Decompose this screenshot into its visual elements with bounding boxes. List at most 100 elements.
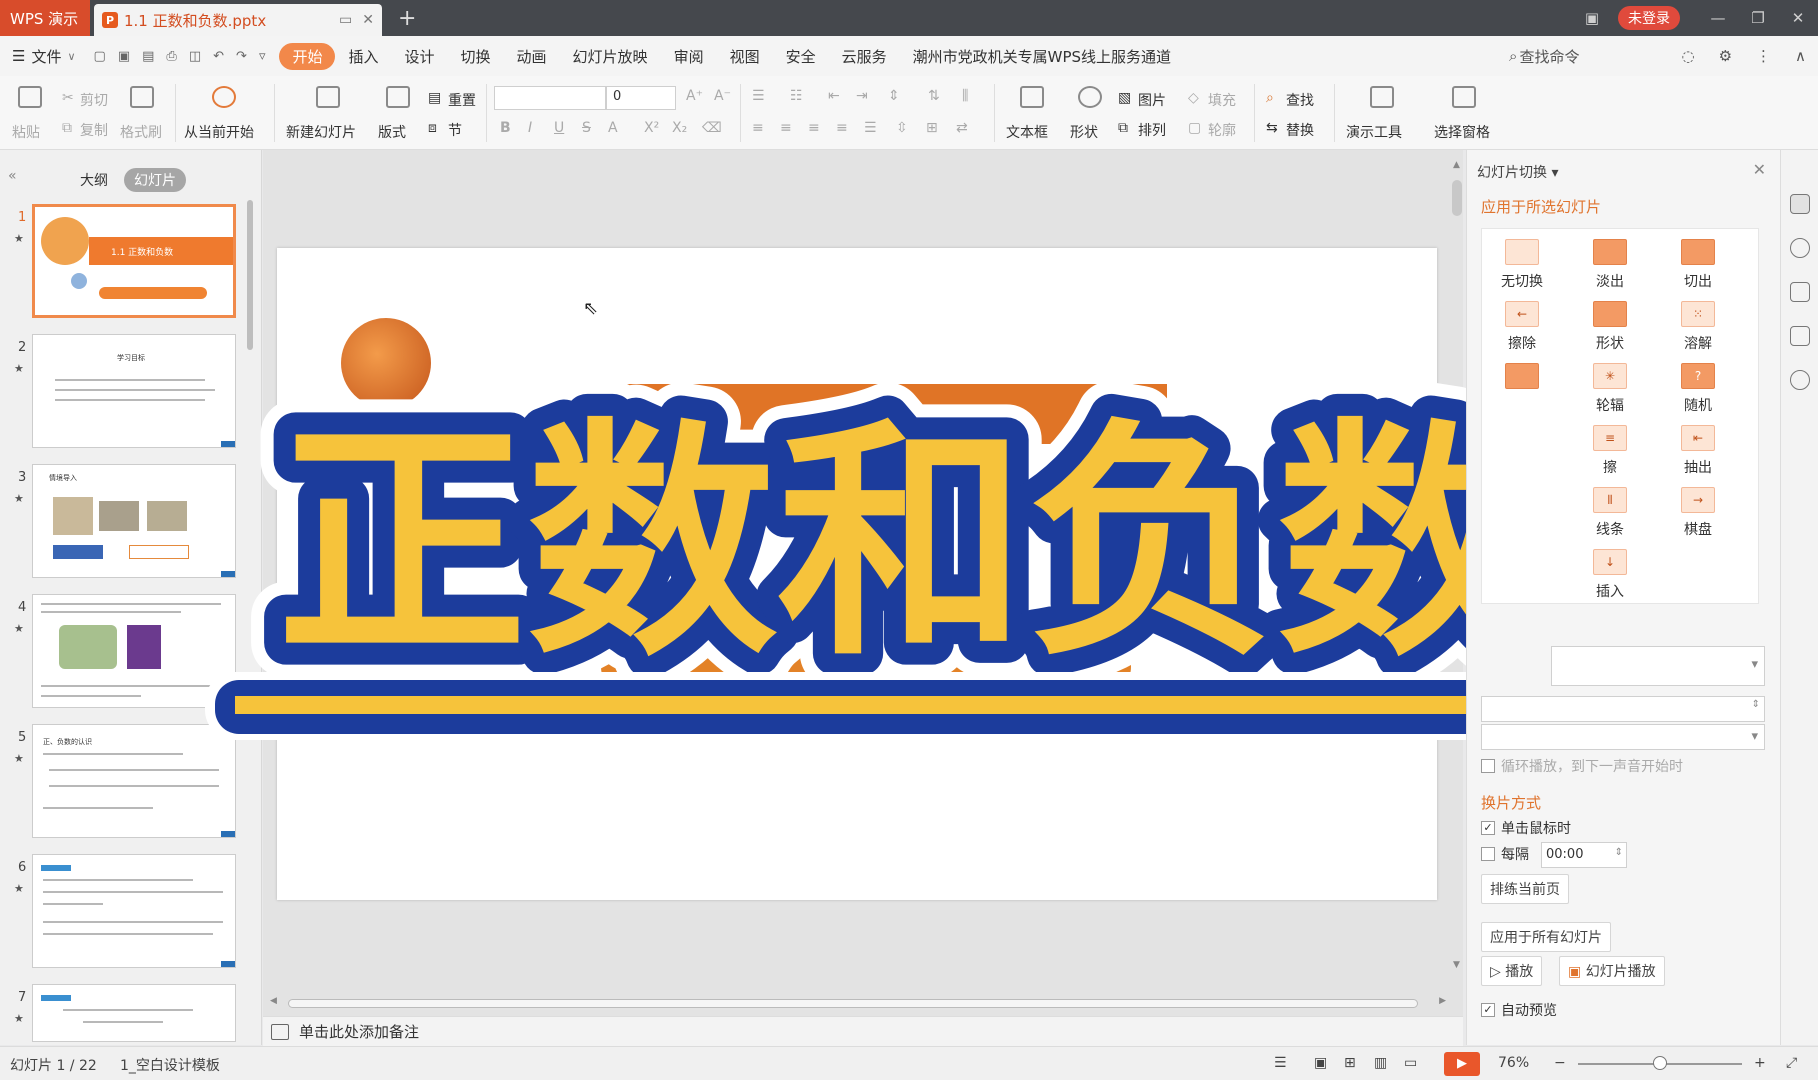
select-pane-button[interactable]: 选择窗格 [1434,122,1490,142]
menu-view[interactable]: 视图 [717,46,773,67]
copy-button[interactable]: 复制 [80,120,108,140]
section-button[interactable]: 节 [448,120,462,140]
auto-preview-checkbox[interactable]: ✓ 自动预览 [1481,1000,1557,1020]
menu-transitions[interactable]: 切换 [448,46,504,67]
prev-slide-icon[interactable]: ▼ [1453,960,1460,970]
paste-button[interactable]: 粘贴 [12,122,40,142]
slide-thumbnail-1[interactable]: 1.1 正数和负数 [32,204,236,318]
notes-pane[interactable]: 单击此处添加备注 [263,1016,1463,1046]
arrange-button[interactable]: 排列 [1138,120,1166,140]
star-icon[interactable] [1790,282,1810,302]
scroll-left-icon[interactable]: ◀ [270,996,277,1006]
new-tab-button[interactable]: + [398,6,416,31]
present-tools-icon[interactable] [1370,86,1394,108]
bullets-icon[interactable]: ☰ [752,88,765,104]
layout-button[interactable]: 版式 [378,122,406,142]
menu-gov-channel[interactable]: 潮州市党政机关专属WPS线上服务通道 [900,46,1184,67]
transition-comb[interactable]: ≡ 擦 [1570,425,1650,477]
new-slide-button[interactable]: 新建幻灯片 [286,122,356,142]
scroll-right-icon[interactable]: ▶ [1439,996,1446,1006]
text-direction-icon[interactable]: ⇅ [928,88,940,104]
menu-cloud[interactable]: 云服务 [829,46,900,67]
preview-icon[interactable]: ◫ [189,49,201,64]
horizontal-scrollbar[interactable]: ◀ ▶ [268,996,1448,1010]
replace-icon[interactable]: ⇆ [1266,120,1278,136]
fill-icon[interactable]: ◇ [1188,90,1199,106]
close-tab-icon[interactable]: ✕ [362,12,374,28]
menu-insert[interactable]: 插入 [335,46,391,67]
menu-design[interactable]: 设计 [392,46,448,67]
text-box-icon[interactable] [1020,86,1044,108]
comment-icon[interactable]: ◌ [1681,47,1694,65]
align-left-icon[interactable]: ≡ [752,120,764,136]
transition-pull[interactable]: ⇤ 抽出 [1658,425,1738,477]
rehearse-button[interactable]: 排练当前页 [1481,874,1569,904]
transition-checkerboard[interactable]: → 棋盘 [1658,487,1738,539]
from-current-button[interactable]: 从当前开始 [184,122,254,142]
minimize-icon[interactable]: — [1698,9,1738,27]
play-from-current-icon[interactable] [212,86,236,108]
transition-insert[interactable]: ↓ 插入 [1570,549,1650,601]
decrease-indent-icon[interactable]: ⇤ [828,88,840,104]
slideshow-button[interactable]: ▣ 幻灯片播放 [1559,956,1665,986]
subscript-icon[interactable]: X₂ [672,120,687,136]
select-pane-icon[interactable] [1452,86,1476,108]
zoom-out-icon[interactable]: − [1554,1055,1566,1071]
replace-button[interactable]: 替换 [1286,120,1314,140]
align-right-icon[interactable]: ≡ [808,120,820,136]
notes-toggle-icon[interactable]: ☰ [1274,1055,1287,1071]
slide-thumbnail-7[interactable] [32,984,236,1042]
scroll-up-icon[interactable]: ▲ [1453,160,1460,170]
zoom-slider-knob[interactable] [1653,1056,1667,1070]
transition-fade[interactable]: 淡出 [1570,239,1650,291]
align-text-icon[interactable]: ⇳ [896,120,908,136]
clear-format-icon[interactable]: ⌫ [702,120,722,136]
format-painter-icon[interactable] [130,86,154,108]
increase-font-icon[interactable]: A⁺ [686,88,703,104]
outline-button[interactable]: 轮廓 [1208,120,1236,140]
convert-icon[interactable]: ⇄ [956,120,968,136]
tab-outline[interactable]: 大纲 [70,168,118,192]
fit-window-icon[interactable]: ⤢ [1786,1055,1797,1071]
section-icon[interactable]: ⧈ [428,120,437,136]
copy-icon[interactable]: ⧉ [62,120,72,136]
cut-icon[interactable]: ✂ [62,90,74,106]
align-center-icon[interactable]: ≡ [780,120,792,136]
new-slide-icon[interactable] [316,86,340,108]
smartart-icon[interactable]: ⊞ [926,120,938,136]
picture-button[interactable]: 图片 [1138,90,1166,110]
underline-icon[interactable]: U [554,120,564,136]
font-color-icon[interactable]: A [608,120,618,136]
slides-scrollbar[interactable] [247,200,253,350]
zoom-in-icon[interactable]: + [1754,1055,1766,1071]
picture-icon[interactable]: ▧ [1118,90,1131,106]
search-icon[interactable]: ⌕ [1509,47,1517,65]
transition-push[interactable] [1482,363,1562,395]
reset-icon[interactable]: ▤ [428,90,441,106]
zoom-level[interactable]: 76% [1498,1055,1529,1071]
distribute-icon[interactable]: ☰ [864,120,877,136]
open-icon[interactable]: ▢ [94,49,106,64]
font-name-field[interactable] [494,86,606,110]
save-icon[interactable]: ▣ [118,49,130,64]
shape-button[interactable]: 形状 [1070,122,1098,142]
cut-button[interactable]: 剪切 [80,90,108,110]
transition-pane-icon[interactable] [1790,194,1810,214]
strikethrough-icon[interactable]: S [582,120,591,136]
apply-all-button[interactable]: 应用于所有幻灯片 [1481,922,1611,952]
transition-wipe[interactable]: ← 擦除 [1482,301,1562,353]
menu-home[interactable]: 开始 [279,42,336,70]
menu-slideshow[interactable]: 幻灯片放映 [560,46,661,67]
menu-security[interactable]: 安全 [773,46,829,67]
fill-button[interactable]: 填充 [1208,90,1236,110]
menu-review[interactable]: 审阅 [661,46,717,67]
restore-icon[interactable]: ❐ [1738,9,1778,27]
superscript-icon[interactable]: X² [644,120,659,136]
collapse-ribbon-icon[interactable]: ∧ [1795,47,1806,65]
transition-dissolve[interactable]: ⁙ 溶解 [1658,301,1738,353]
increase-indent-icon[interactable]: ⇥ [856,88,868,104]
outline-icon[interactable]: ▢ [1188,120,1201,136]
shape-icon[interactable] [1078,86,1102,108]
transition-wheel[interactable]: ✳ 轮辐 [1570,363,1650,415]
more-icon[interactable]: ⋮ [1756,47,1771,65]
